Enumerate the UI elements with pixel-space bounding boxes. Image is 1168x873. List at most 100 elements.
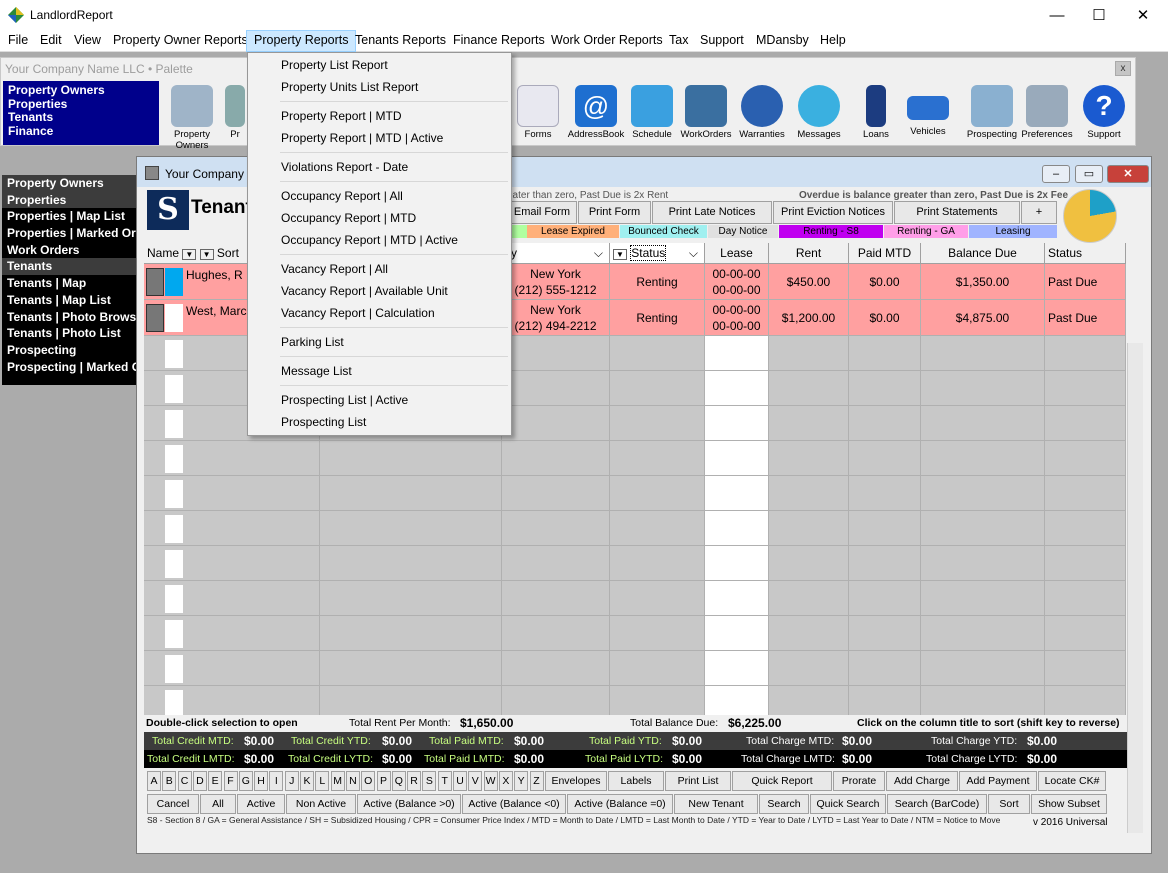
letter-j-button[interactable]: J (284, 771, 299, 791)
menu-item-property-list-report[interactable]: Property List Report (281, 54, 388, 76)
letter-n-button[interactable]: N (345, 771, 360, 791)
nav-tenants-photo-browse[interactable]: Tenants | Photo Brows (2, 309, 136, 326)
sort-button[interactable]: Sort (988, 794, 1030, 814)
search-button[interactable]: Search (759, 794, 809, 814)
letter-h-button[interactable]: H (254, 771, 269, 791)
labels-button[interactable]: Labels (608, 771, 664, 791)
prorate-button[interactable]: Prorate (833, 771, 885, 791)
menu-file[interactable]: File (1, 30, 35, 52)
non-active-button[interactable]: Non Active (286, 794, 356, 814)
cancel-button[interactable]: Cancel (147, 794, 199, 814)
menu-finance-reports[interactable]: Finance Reports (446, 30, 552, 52)
menu-view[interactable]: View (67, 30, 108, 52)
letter-x-button[interactable]: X (498, 771, 513, 791)
menu-item-property-report-mtd-active[interactable]: Property Report | MTD | Active (281, 127, 443, 149)
nav-tenants-map-list[interactable]: Tenants | Map List (2, 292, 136, 309)
menu-item-message-list[interactable]: Message List (281, 360, 352, 382)
active-balance-negative-button[interactable]: Active (Balance <0) (462, 794, 566, 814)
menu-item-vacancy-report-all[interactable]: Vacancy Report | All (281, 258, 388, 280)
empty-row[interactable] (144, 441, 1126, 476)
menu-item-vacancy-report-calculation[interactable]: Vacancy Report | Calculation (281, 302, 435, 324)
new-tenant-button[interactable]: New Tenant (674, 794, 758, 814)
active-balance-positive-button[interactable]: Active (Balance >0) (357, 794, 461, 814)
child-close-button[interactable]: ✕ (1107, 165, 1149, 183)
header-lease[interactable]: Lease (705, 243, 769, 264)
maximize-button[interactable]: ☐ (1076, 0, 1122, 30)
menu-support[interactable]: Support (693, 30, 751, 52)
header-status[interactable]: Status (1045, 243, 1126, 264)
menu-edit[interactable]: Edit (33, 30, 69, 52)
menu-item-vacancy-report-available[interactable]: Vacancy Report | Available Unit (281, 280, 448, 302)
addressbook-tool[interactable]: @ AddressBook (565, 82, 627, 144)
warranties-tool[interactable]: Warranties (731, 82, 793, 144)
menu-property-owner-reports[interactable]: Property Owner Reports (106, 30, 255, 52)
print-late-notices-button[interactable]: Print Late Notices (652, 201, 772, 224)
quick-search-button[interactable]: Quick Search (810, 794, 886, 814)
close-button[interactable]: ✕ (1120, 0, 1166, 30)
add-payment-button[interactable]: Add Payment (959, 771, 1037, 791)
menu-item-prospecting-list[interactable]: Prospecting List (281, 411, 366, 433)
palette-nav-properties[interactable]: Properties (8, 97, 154, 112)
header-rent[interactable]: Rent (769, 243, 849, 264)
letter-y-button[interactable]: Y (514, 771, 529, 791)
empty-row[interactable] (144, 511, 1126, 546)
empty-row[interactable] (144, 616, 1126, 651)
vertical-scrollbar[interactable] (1127, 343, 1143, 833)
palette-nav-property-owners[interactable]: Property Owners (8, 83, 154, 98)
letter-e-button[interactable]: E (208, 771, 223, 791)
locate-check-button[interactable]: Locate CK# (1038, 771, 1106, 791)
menu-mdansby[interactable]: MDansby (749, 30, 816, 52)
menu-work-order-reports[interactable]: Work Order Reports (544, 30, 670, 52)
palette-nav-finance[interactable]: Finance (8, 124, 154, 139)
letter-o-button[interactable]: O (361, 771, 376, 791)
show-subset-button[interactable]: Show Subset (1031, 794, 1107, 814)
letter-w-button[interactable]: W (483, 771, 498, 791)
search-barcode-button[interactable]: Search (BarCode) (887, 794, 987, 814)
messages-tool[interactable]: Messages (788, 82, 850, 144)
letter-f-button[interactable]: F (223, 771, 238, 791)
letter-l-button[interactable]: L (315, 771, 330, 791)
status-dropdown-icon[interactable]: ▼ (613, 249, 627, 260)
print-eviction-notices-button[interactable]: Print Eviction Notices (773, 201, 893, 224)
letter-i-button[interactable]: I (269, 771, 284, 791)
letter-q-button[interactable]: Q (391, 771, 406, 791)
quick-report-button[interactable]: Quick Report (732, 771, 832, 791)
email-form-button[interactable]: Email Form (507, 201, 577, 224)
letter-r-button[interactable]: R (407, 771, 422, 791)
menu-item-occupancy-report-mtd[interactable]: Occupancy Report | MTD (281, 207, 416, 229)
menu-item-property-report-mtd[interactable]: Property Report | MTD (281, 105, 401, 127)
palette-nav-tenants[interactable]: Tenants (8, 111, 154, 125)
header-status-filter[interactable]: ▼ Status ⌵ (610, 243, 705, 264)
prospecting-tool[interactable]: Prospecting (961, 82, 1023, 144)
nav-property-owners[interactable]: Property Owners (2, 175, 136, 192)
nav-properties[interactable]: Properties (2, 191, 136, 209)
sort-dropdown-icon[interactable]: ▼ (199, 249, 214, 260)
nav-prospecting[interactable]: Prospecting (2, 342, 136, 359)
nav-work-orders[interactable]: Work Orders (2, 242, 136, 259)
letter-a-button[interactable]: A (147, 771, 161, 791)
all-button[interactable]: All (200, 794, 236, 814)
name-dropdown-icon[interactable]: ▼ (182, 249, 197, 260)
empty-row[interactable] (144, 651, 1126, 686)
nav-properties-map-list[interactable]: Properties | Map List (2, 208, 136, 225)
properties-tool[interactable]: Pr (223, 82, 247, 144)
add-charge-button[interactable]: Add Charge (886, 771, 958, 791)
menu-item-property-units-list-report[interactable]: Property Units List Report (281, 76, 418, 98)
add-button[interactable]: + (1021, 201, 1057, 224)
workorders-tool[interactable]: WorkOrders (675, 82, 737, 144)
nav-tenants-map[interactable]: Tenants | Map (2, 275, 136, 292)
empty-row[interactable] (144, 581, 1126, 616)
header-balance-due[interactable]: Balance Due (921, 243, 1045, 264)
envelopes-button[interactable]: Envelopes (545, 771, 607, 791)
nav-tenants-photo-list[interactable]: Tenants | Photo List (2, 325, 136, 342)
letter-d-button[interactable]: D (192, 771, 207, 791)
menu-item-prospecting-list-active[interactable]: Prospecting List | Active (281, 389, 408, 411)
menu-tax[interactable]: Tax (662, 30, 695, 52)
letter-p-button[interactable]: P (376, 771, 391, 791)
schedule-tool[interactable]: Schedule (621, 82, 683, 144)
nav-prospecting-marked[interactable]: Prospecting | Marked C (2, 359, 136, 376)
menu-item-occupancy-report-all[interactable]: Occupancy Report | All (281, 185, 403, 207)
empty-row[interactable] (144, 476, 1126, 511)
child-restore-button[interactable]: ▭ (1075, 165, 1103, 183)
letter-z-button[interactable]: Z (529, 771, 544, 791)
